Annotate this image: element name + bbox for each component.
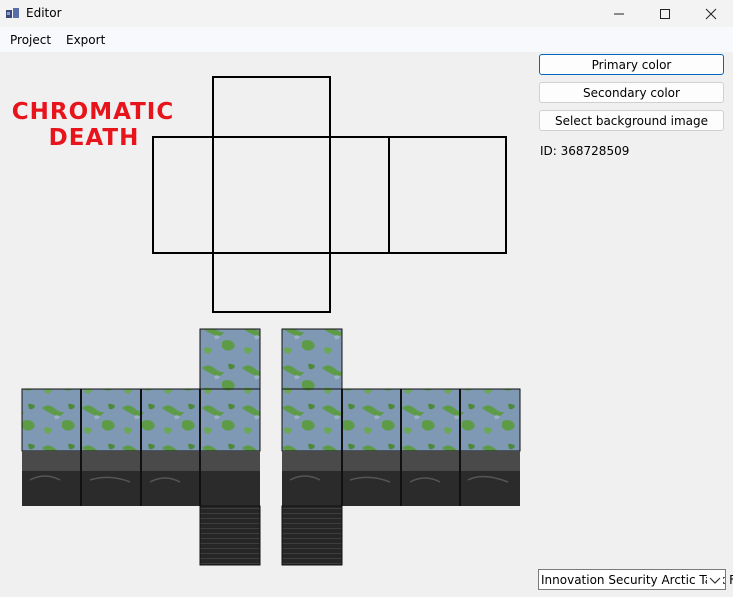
title-bar: Editor	[0, 0, 733, 27]
torso-left-face	[152, 136, 214, 254]
torso-right-face	[329, 136, 390, 254]
menu-bar	[0, 27, 733, 52]
torso-front-face	[212, 136, 331, 254]
app-icon	[6, 8, 19, 18]
menu-project[interactable]: Project	[10, 33, 51, 47]
chromatic-death-logo: CHROMATIC DEATH	[12, 99, 174, 151]
chevron-down-icon	[707, 571, 723, 589]
torso-top-face	[212, 76, 331, 138]
logo-line2: DEATH	[49, 125, 140, 151]
torso-back-face	[388, 136, 507, 254]
preset-selected-value: Innovation Security Arctic Task For	[541, 573, 733, 587]
maximize-button[interactable]	[642, 0, 688, 27]
logo-line1: CHROMATIC	[12, 99, 174, 125]
menu-export[interactable]: Export	[66, 33, 105, 47]
close-button[interactable]	[688, 0, 733, 27]
window-title: Editor	[26, 6, 62, 20]
template-id-label: ID: 368728509	[540, 144, 630, 158]
select-background-button[interactable]: Select background image	[539, 110, 724, 131]
secondary-color-button[interactable]: Secondary color	[539, 82, 724, 103]
torso-bottom-face	[212, 252, 331, 313]
maximize-icon	[660, 8, 670, 19]
minimize-icon	[614, 13, 624, 14]
primary-color-button[interactable]: Primary color	[539, 54, 724, 75]
close-icon	[705, 8, 717, 19]
minimize-button[interactable]	[596, 0, 642, 27]
preset-select[interactable]: Innovation Security Arctic Task For	[538, 569, 733, 590]
